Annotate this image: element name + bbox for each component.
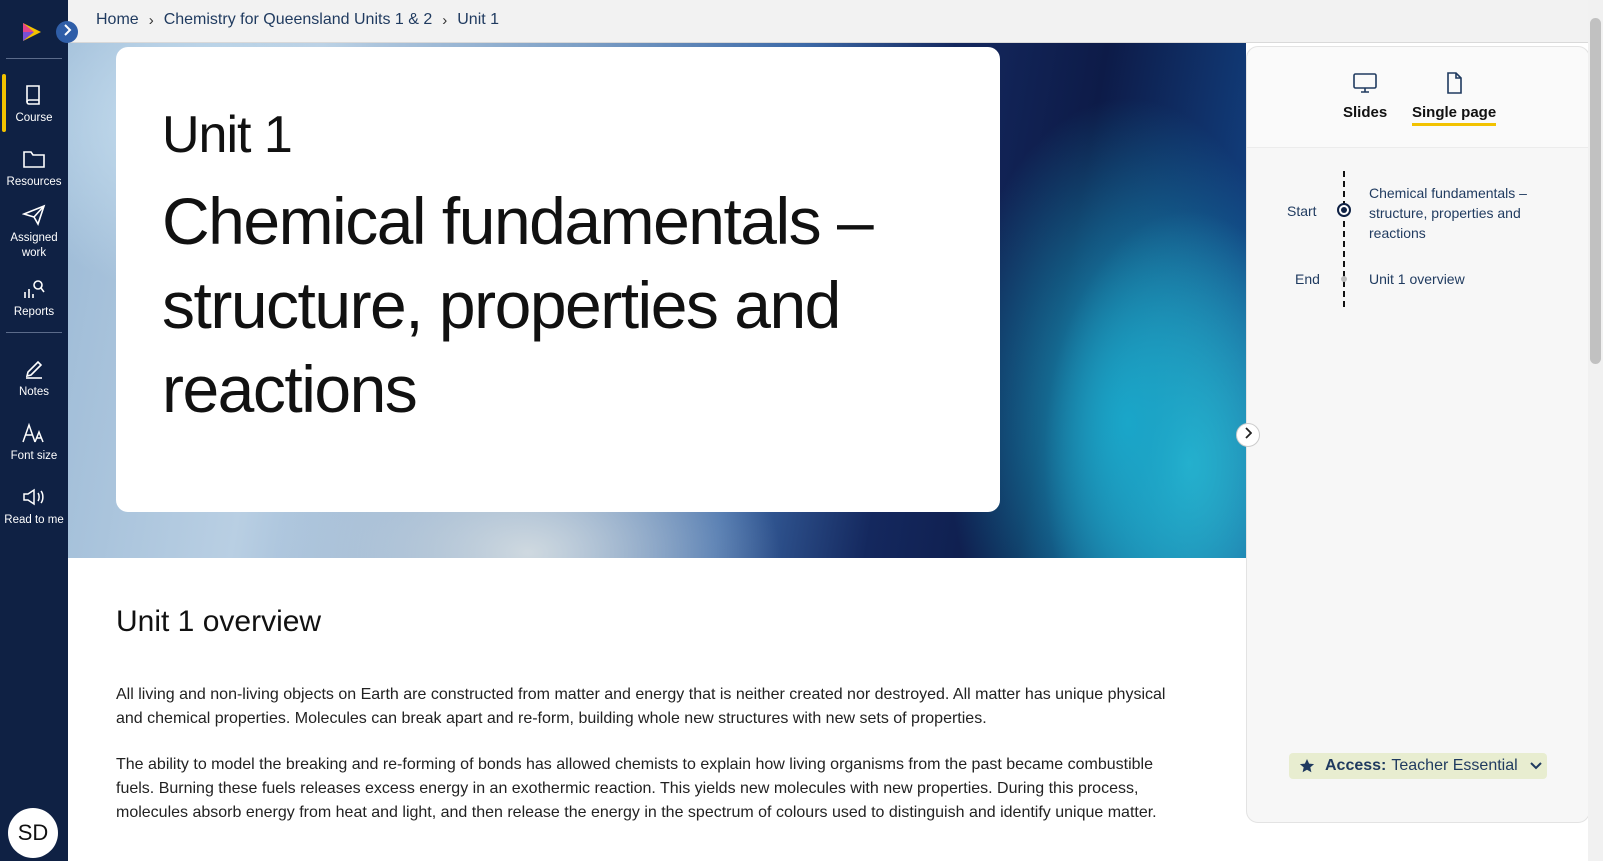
sidebar-item-label: Assigned work [10,232,58,259]
overview-paragraph: The ability to model the breaking and re… [116,756,1157,821]
book-icon [21,82,47,108]
sidebar-item-label: Course [15,112,53,124]
sidebar-item-label: Read to me [4,514,64,526]
sidebar-item-label: Resources [6,176,62,188]
overview-paragraph: All living and non-living objects on Ear… [116,686,1166,727]
breadcrumb-course[interactable]: Chemistry for Queensland Units 1 & 2 [164,11,433,29]
document-icon [1443,71,1465,100]
font-size-icon [21,420,47,446]
chart-search-icon [21,276,47,302]
chevron-right-icon [1244,426,1253,444]
tab-label: Slides [1343,104,1388,121]
page-title: Chemical fundamentals – structure, prope… [162,184,874,426]
sidebar-item-label: Reports [13,306,55,318]
chevron-right-icon [62,23,72,41]
avatar[interactable]: SD [8,808,58,858]
sidebar-item-label: Font size [10,450,58,462]
breadcrumb: Home › Chemistry for Queensland Units 1 … [96,11,499,29]
collapse-panel-button[interactable] [1236,423,1260,447]
pencil-icon [21,356,47,382]
breadcrumb-home[interactable]: Home [96,11,139,29]
sidebar-item-resources[interactable]: Resources [0,146,68,190]
scrollbar-thumb[interactable] [1590,18,1601,364]
top-bar: Home › Chemistry for Queensland Units 1 … [68,0,1588,43]
star-icon [1299,758,1315,774]
page-scrollbar[interactable] [1588,0,1603,861]
timeline-dot-icon [1341,276,1347,282]
hero-banner: Unit 1 Chemical fundamentals – structure… [68,43,1246,558]
paper-plane-icon [21,202,47,228]
sidebar-item-course[interactable]: Course [0,74,68,132]
sidebar-item-assigned-work[interactable]: Assigned work [0,202,68,261]
speaker-icon [21,484,47,510]
sidebar-item-font-size[interactable]: Font size [0,420,68,464]
unit-label: Unit 1 [162,106,293,164]
chevron-right-icon: › [148,11,154,29]
hero-title-card: Unit 1 Chemical fundamentals – structure… [116,47,1000,512]
timeline-line [1343,171,1345,307]
app-logo[interactable] [20,20,44,44]
monitor-icon [1352,71,1378,100]
timeline-marker-end: End [1295,271,1320,287]
sidebar-item-label: Notes [18,386,50,398]
expand-sidebar-button[interactable] [56,21,78,43]
timeline-link-chemical-fundamentals[interactable]: Chemical fundamentals – structure, prope… [1369,183,1549,243]
access-level-dropdown[interactable]: Access: Teacher Essential [1289,753,1547,779]
tab-label: Single page [1412,104,1497,126]
main-content: Unit 1 overview All living and non-livin… [116,605,1176,825]
chevron-down-icon [1529,762,1542,770]
folder-icon [21,146,47,172]
breadcrumb-unit[interactable]: Unit 1 [457,11,499,29]
timeline-link-unit-overview[interactable]: Unit 1 overview [1369,269,1465,289]
sidebar-item-notes[interactable]: Notes [0,356,68,400]
page-navigation-panel: Slides Single page Start Chemical fundam… [1236,46,1590,823]
sidebar-divider [6,332,62,333]
current-position-icon [1337,203,1351,217]
left-sidebar: Course Resources Assigned work Reports N… [0,0,68,861]
sidebar-divider [6,58,62,59]
access-value: Teacher Essential [1391,757,1518,774]
chevron-right-icon: › [442,11,448,29]
view-mode-tabs: Slides Single page [1247,47,1589,148]
sidebar-item-reports[interactable]: Reports [0,276,68,320]
tab-single-page[interactable]: Single page [1412,71,1497,126]
sidebar-item-read-to-me[interactable]: Read to me [0,484,68,528]
timeline-marker-start: Start [1287,203,1317,219]
access-label: Access: [1325,757,1387,774]
tab-slides[interactable]: Slides [1343,71,1387,121]
section-heading: Unit 1 overview [116,605,322,638]
